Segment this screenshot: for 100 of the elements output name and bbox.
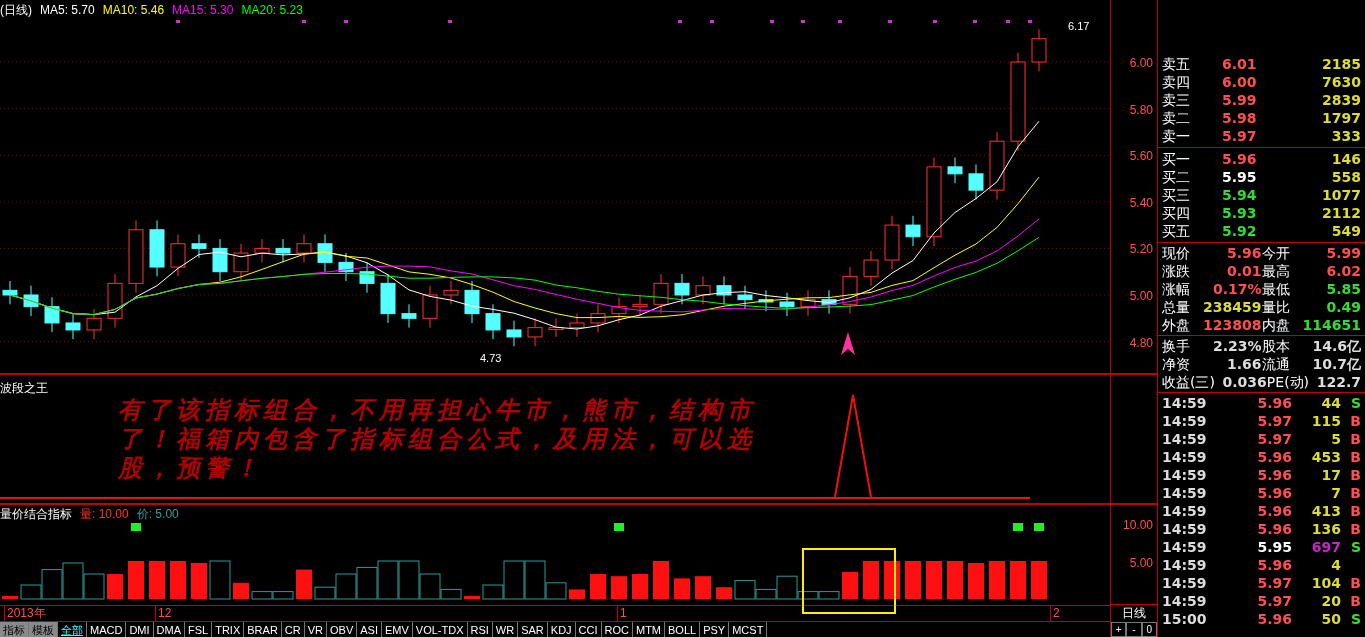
candlestick	[296, 233, 312, 263]
quote-label: 收益(三)	[1162, 372, 1215, 392]
quote-value: 5.85	[1325, 279, 1361, 299]
indicator-tab[interactable]: WR	[492, 622, 519, 637]
date-tick-label: 2	[1050, 606, 1060, 621]
candlestick	[569, 313, 585, 338]
quote-label: 换手	[1162, 336, 1190, 356]
indicator-tab[interactable]: FSL	[185, 622, 213, 637]
candlestick	[338, 252, 354, 282]
trade-price: 5.96	[1256, 501, 1292, 521]
arrow-icon	[841, 332, 855, 355]
date-tick-label: 1	[617, 606, 627, 621]
quote-value: 5.99	[1325, 243, 1361, 263]
low-price-label: 4.73	[480, 352, 502, 364]
indicator-tab[interactable]: SAR	[518, 622, 548, 637]
candlestick	[842, 266, 858, 315]
trade-time: 14:59	[1162, 465, 1208, 485]
indicator-tab[interactable]: MACD	[87, 622, 127, 637]
candlestick	[149, 219, 165, 277]
trade-time: 14:59	[1162, 501, 1208, 521]
indicator-tab[interactable]: 模板	[29, 622, 58, 637]
indicator-tab[interactable]: TRIX	[212, 622, 245, 637]
order-level-label: 买五	[1162, 221, 1191, 241]
quote-value: 5.96	[1225, 243, 1262, 263]
trade-side: B	[1350, 430, 1361, 447]
trade-volume: 413	[1310, 501, 1341, 521]
indicator-tab[interactable]: OBV	[327, 622, 358, 637]
trade-side: B	[1350, 448, 1361, 465]
candlestick	[317, 233, 333, 273]
quote-value: 14.6亿	[1311, 336, 1361, 356]
quote-value: 0.17%	[1211, 279, 1262, 299]
order-level-label: 买三	[1162, 185, 1191, 205]
trade-volume: 136	[1310, 519, 1341, 539]
candlestick	[170, 233, 186, 277]
indicator-tab[interactable]: 指标	[0, 622, 29, 637]
trade-time: 14:59	[1162, 393, 1208, 413]
trade-volume: 20	[1320, 591, 1341, 611]
indicator-tick-label: 10.00	[1122, 517, 1153, 534]
indicator-tab[interactable]: BOLL	[665, 622, 701, 637]
price-tick-label: 5.20	[1129, 241, 1153, 259]
order-price: 5.92	[1222, 221, 1258, 241]
order-volume: 146	[1330, 149, 1361, 169]
zoom-button[interactable]: -	[1126, 622, 1142, 637]
candlestick	[23, 285, 39, 317]
trade-side: B	[1350, 466, 1361, 483]
order-price: 5.97	[1222, 126, 1258, 146]
order-volume: 558	[1330, 167, 1361, 187]
trade-side: B	[1350, 412, 1361, 429]
indicator-tab[interactable]: ASI	[357, 622, 382, 637]
date-tick-label: 12	[155, 606, 172, 621]
trade-price: 5.97	[1256, 429, 1292, 449]
zoom-button[interactable]: +	[1111, 622, 1127, 637]
moving-average-value: MA20: 5.23	[241, 2, 303, 19]
trade-time: 14:59	[1162, 411, 1208, 431]
indicator-tab[interactable]: MTM	[633, 622, 666, 637]
order-level-label: 卖三	[1162, 90, 1191, 110]
price-tick-label: 5.80	[1129, 101, 1153, 119]
trade-time: 14:59	[1162, 429, 1208, 449]
candlestick	[695, 275, 711, 305]
order-volume: 333	[1330, 126, 1361, 146]
order-price: 5.93	[1222, 203, 1258, 223]
trade-price: 5.97	[1256, 591, 1292, 611]
trade-price: 5.96	[1256, 465, 1292, 485]
trade-price: 5.96	[1256, 483, 1292, 503]
trade-volume: 44	[1320, 393, 1341, 413]
order-level-label: 买二	[1162, 167, 1191, 187]
indicator-tab[interactable]: VR	[304, 622, 327, 637]
order-volume: 2839	[1321, 90, 1361, 110]
trade-time: 15:00	[1162, 609, 1208, 629]
candlestick	[527, 317, 543, 347]
trade-price: 5.96	[1256, 519, 1292, 539]
candlestick	[989, 131, 1005, 200]
indicator-value: 价: 5.00	[136, 506, 179, 523]
indicator-tab[interactable]: VOL-TDX	[412, 622, 468, 637]
order-price: 6.01	[1222, 54, 1258, 74]
trade-time: 14:59	[1162, 447, 1208, 467]
quote-label: 最高	[1261, 261, 1290, 281]
quote-label: 涨幅	[1162, 279, 1190, 299]
candlestick	[632, 294, 648, 317]
candlestick	[884, 215, 900, 270]
trade-side: B	[1350, 520, 1361, 537]
candlestick	[863, 250, 879, 287]
order-price: 5.96	[1222, 149, 1258, 169]
quote-label: PE(动)	[1266, 372, 1310, 392]
candlestick	[611, 296, 627, 324]
candlestick	[800, 289, 816, 317]
candlestick	[653, 273, 669, 315]
order-price: 5.98	[1222, 108, 1258, 128]
quote-value: 0.49	[1325, 297, 1361, 317]
order-volume: 549	[1330, 221, 1361, 241]
candlestick	[968, 164, 984, 200]
candlestick	[464, 280, 480, 324]
quote-value: 123808	[1202, 315, 1262, 335]
order-volume: 1797	[1321, 108, 1361, 128]
trade-volume: 115	[1310, 411, 1341, 431]
quote-value: 0.036	[1221, 372, 1267, 392]
trade-volume: 4	[1330, 555, 1341, 575]
quote-label: 今开	[1261, 243, 1290, 263]
quote-value: 0.01	[1225, 261, 1262, 281]
indicator-tab[interactable]: 全部	[58, 622, 87, 637]
